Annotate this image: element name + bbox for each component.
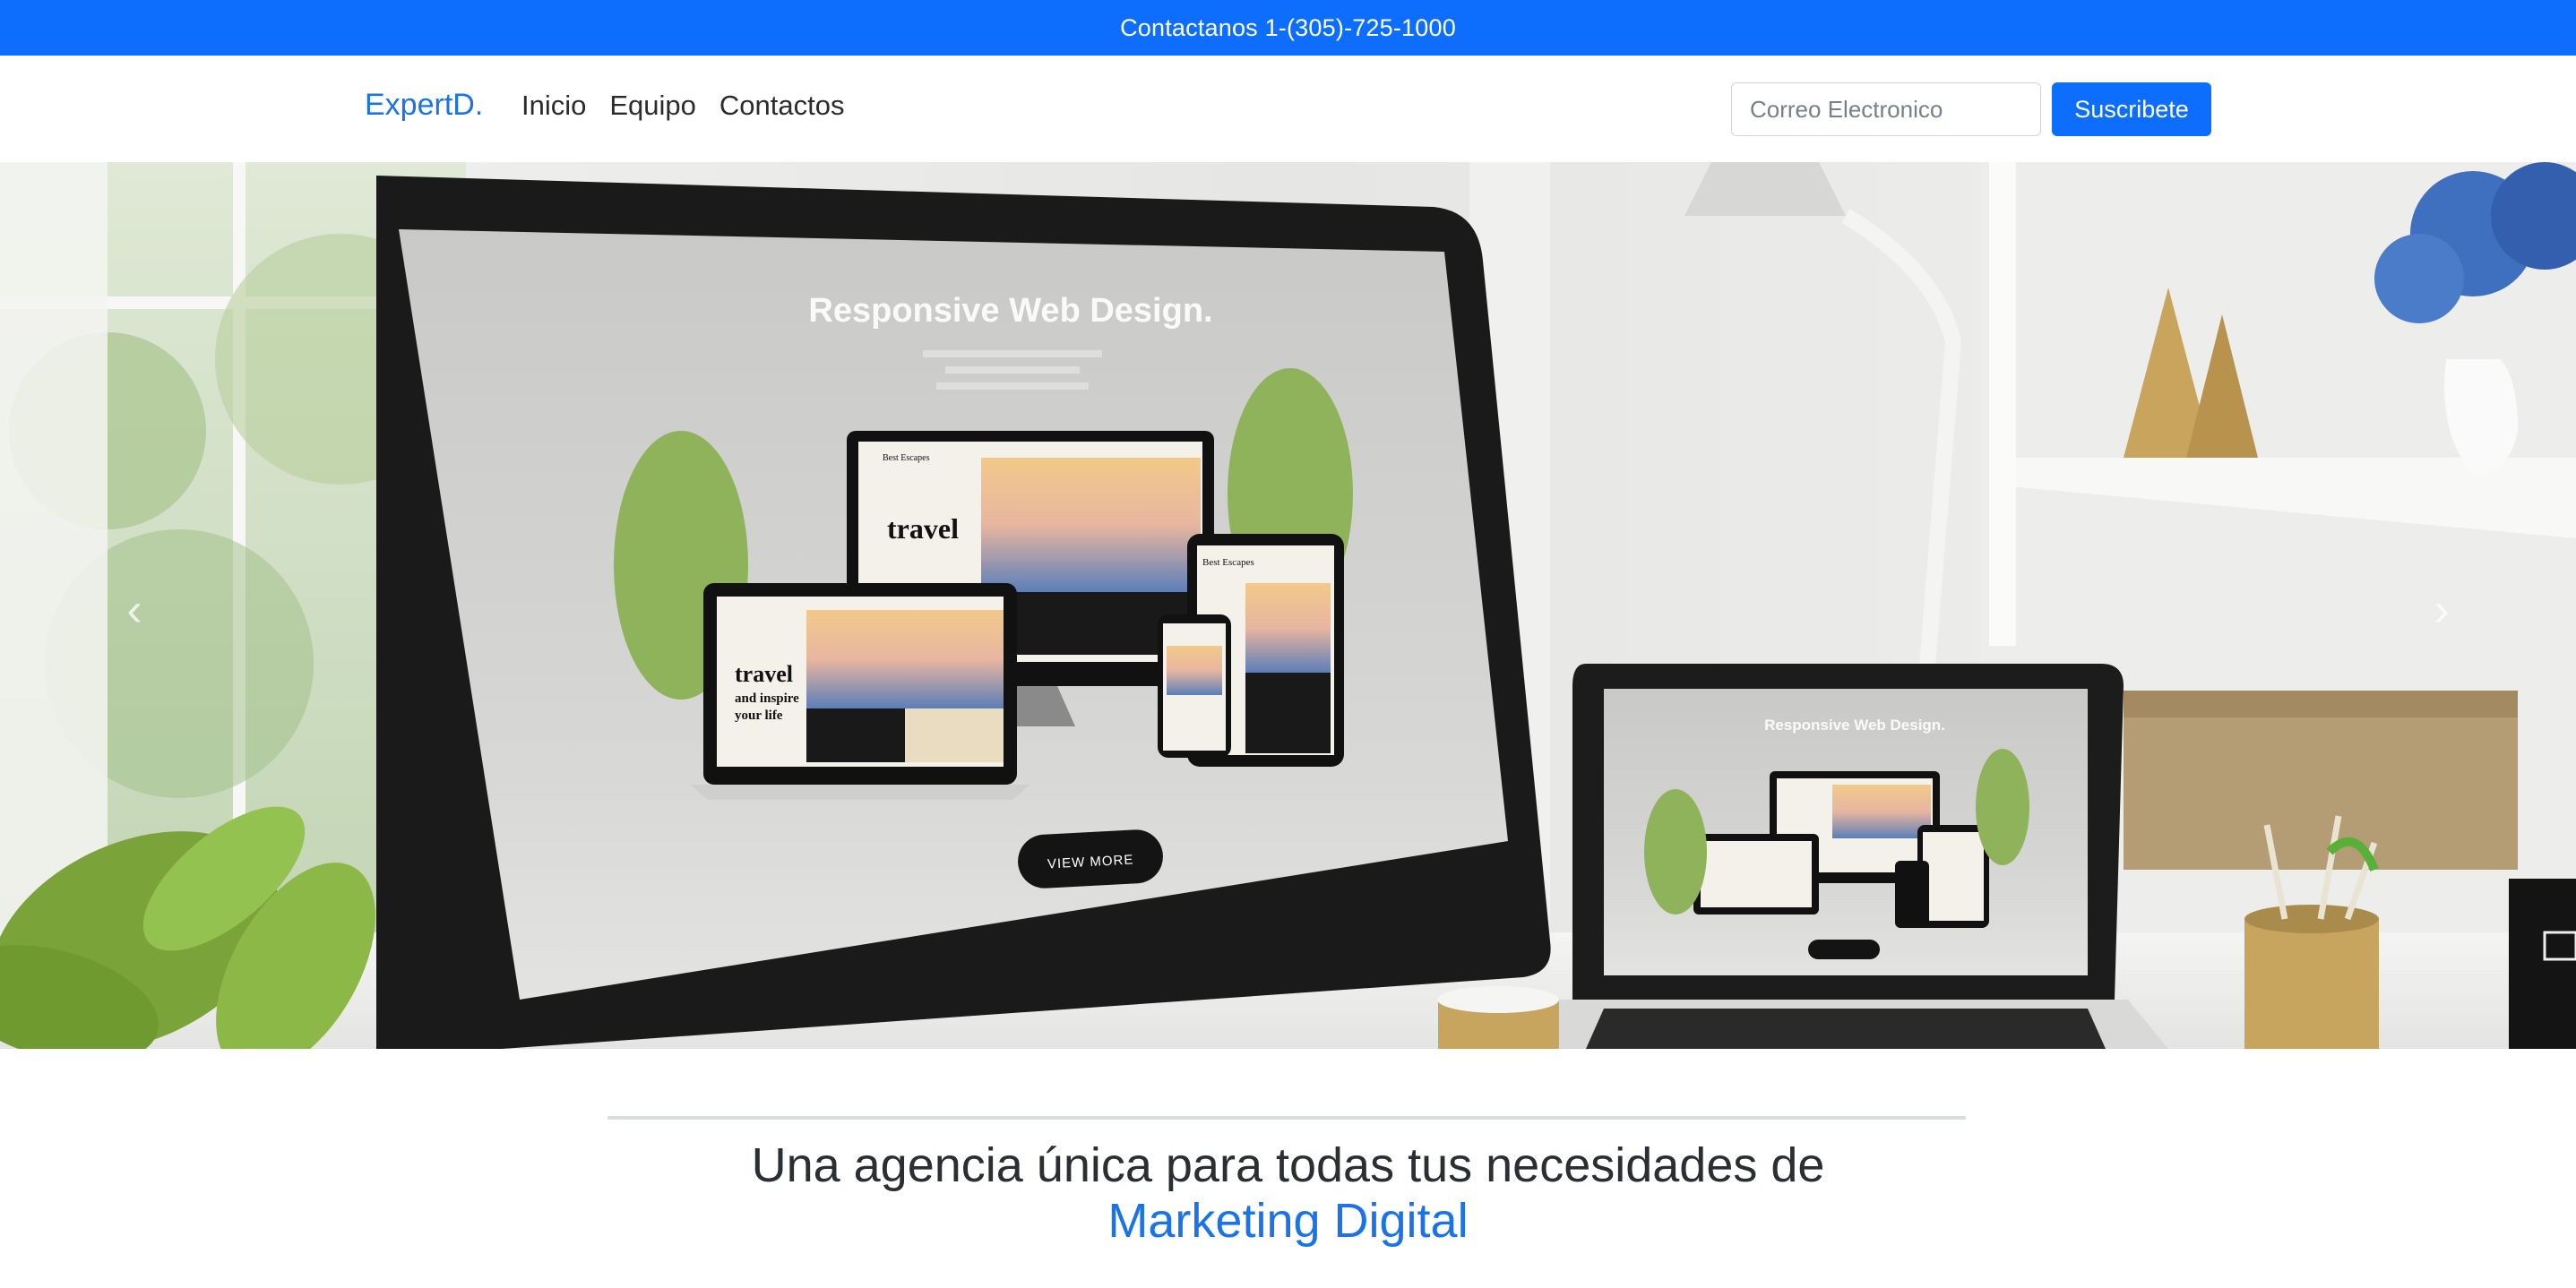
- nav-links: Inicio Equipo Contactos: [521, 90, 844, 122]
- device-desktop-text: travel: [887, 512, 959, 545]
- contact-bar: Contactanos 1-(305)-725-1000: [0, 0, 2576, 56]
- intro-line-2: Marketing Digital: [1107, 1194, 1469, 1248]
- nav-link-contactos[interactable]: Contactos: [719, 90, 845, 122]
- hero-image: Responsive Web Design. travel Best Escap…: [0, 162, 2576, 1049]
- device-laptop-text: travel: [735, 661, 793, 687]
- carousel-prev-button[interactable]: ‹: [108, 583, 161, 637]
- device-laptop-sub: and inspire: [735, 691, 799, 706]
- brand-logo[interactable]: ExpertD.: [365, 88, 483, 123]
- hero-carousel: Responsive Web Design. travel Best Escap…: [0, 162, 2576, 1049]
- email-input[interactable]: [1731, 82, 2041, 136]
- nav-link-inicio[interactable]: Inicio: [521, 90, 586, 122]
- carousel-next-button[interactable]: ›: [2415, 583, 2468, 637]
- laptop-screen-title: Responsive Web Design.: [1764, 717, 1945, 734]
- chevron-right-icon: ›: [2434, 584, 2450, 636]
- device-tablet-brand: Best Escapes: [1202, 557, 1254, 568]
- subscribe-button[interactable]: Suscribete: [2052, 82, 2211, 136]
- chevron-left-icon: ‹: [126, 584, 142, 636]
- navbar: ExpertD. Inicio Equipo Contactos Suscrib…: [0, 56, 2576, 162]
- device-laptop-sub2: your life: [735, 708, 783, 723]
- contact-text: Contactanos 1-(305)-725-1000: [1120, 13, 1456, 41]
- nav-link-equipo[interactable]: Equipo: [609, 90, 696, 122]
- screen-title: Responsive Web Design.: [808, 292, 1212, 330]
- device-desktop-brand: Best Escapes: [883, 453, 930, 463]
- intro-line-1: Una agencia única para todas tus necesid…: [751, 1138, 1825, 1192]
- intro-headline: Una agencia única para todas tus necesid…: [0, 1138, 2576, 1249]
- section-divider: [607, 1116, 1966, 1120]
